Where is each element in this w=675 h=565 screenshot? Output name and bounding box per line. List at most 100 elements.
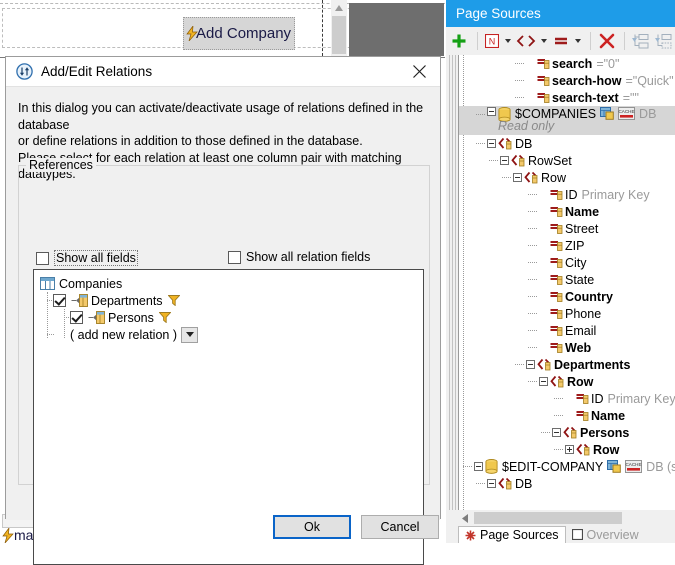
page-sources-tree[interactable]: search="0" search-how ="Quick"search-text=… <box>458 55 675 510</box>
tree-row-persons[interactable]: Persons <box>34 309 423 326</box>
close-icon[interactable] <box>398 57 440 86</box>
tree-expander-minus-icon[interactable] <box>500 156 509 165</box>
tree-row-state[interactable]: State <box>459 271 675 288</box>
scrollbar-thumb[interactable] <box>332 16 346 54</box>
tree-expander-minus-icon[interactable] <box>487 107 496 116</box>
ok-button[interactable]: Ok <box>273 515 351 539</box>
show-all-relation-fields-checkbox[interactable]: Show all relation fields <box>228 250 370 264</box>
tree-row-edit-company[interactable]: $EDIT-COMPANYCACHEDB (share <box>459 458 675 475</box>
tree-row-city[interactable]: City <box>459 254 675 271</box>
attribute-node-icon <box>550 273 563 286</box>
attribute-node-icon <box>550 341 563 354</box>
tree-expander-minus-icon[interactable] <box>552 428 561 437</box>
tree-connector <box>528 347 537 348</box>
tree-row-row[interactable]: Row <box>459 169 675 186</box>
attribute-node-icon <box>550 222 563 235</box>
tree-label-companies: Companies <box>59 277 122 291</box>
show-all-fields-label: Show all fields <box>54 250 138 266</box>
tree-node-label: Phone <box>565 307 601 321</box>
asterisk-icon <box>465 530 476 541</box>
design-vertical-scrollbar[interactable] <box>331 0 347 56</box>
cancel-button[interactable]: Cancel <box>361 515 439 539</box>
tree-row-add-new-relation[interactable]: ( add new relation ) <box>34 326 423 343</box>
chevron-down-icon[interactable] <box>181 327 198 343</box>
checkbox-box[interactable] <box>36 252 49 265</box>
tab-page-sources[interactable]: Page Sources <box>458 526 566 543</box>
tree-node-value: DB (share <box>646 460 675 474</box>
tree-node-value: ="Quick" <box>625 74 673 88</box>
tree-row-departments[interactable]: Departments <box>34 292 423 309</box>
tree-expander-plus-icon[interactable] <box>565 445 574 454</box>
filter-funnel-icon[interactable] <box>159 312 171 323</box>
tree-node-label: Departments <box>554 358 630 372</box>
attribute-icon[interactable] <box>551 29 570 53</box>
tree-row-id[interactable]: IDPrimary Key <box>459 186 675 203</box>
tree-row-zip[interactable]: ZIP <box>459 237 675 254</box>
tree-row-departments[interactable]: Departments <box>459 356 675 373</box>
scroll-left-arrow-icon[interactable] <box>458 514 472 523</box>
tree-row-country[interactable]: Country <box>459 288 675 305</box>
attribute-node-icon <box>550 239 563 252</box>
tree-row-search-how[interactable]: search-how ="Quick" <box>459 72 675 89</box>
add-icon[interactable] <box>446 29 473 53</box>
tab-overview-label: Overview <box>587 528 639 542</box>
tree-row-companies[interactable]: $COMPANIESCACHEDBRead only <box>459 106 675 135</box>
tree-expander-minus-icon[interactable] <box>539 377 548 386</box>
tree-row-name[interactable]: Name <box>459 407 675 424</box>
panel-tab-bar[interactable]: Page Sources Overview <box>458 526 675 543</box>
tree-connector <box>528 313 537 314</box>
svg-text:N: N <box>488 37 495 47</box>
tree-connector <box>515 97 524 98</box>
tree-connector <box>554 449 563 450</box>
checkbox-box[interactable] <box>228 251 241 264</box>
page-sources-toolbar[interactable]: N <box>446 27 675 56</box>
tree-row-rowset[interactable]: RowSet <box>459 152 675 169</box>
tree-row-id[interactable]: IDPrimary Key <box>459 390 675 407</box>
tree-expander-minus-icon[interactable] <box>487 139 496 148</box>
page-sources-tree-rows: search="0" search-how ="Quick"search-text=… <box>459 55 675 492</box>
tree-connector <box>554 398 563 399</box>
element-dropdown-icon[interactable] <box>538 29 551 53</box>
tree-node-label: ID <box>565 188 578 202</box>
page-sources-panel: Page Sources N <box>446 0 675 543</box>
tree-row-row[interactable]: Row <box>459 441 675 458</box>
tree-row-db[interactable]: DB <box>459 475 675 492</box>
tree-horizontal-scrollbar[interactable] <box>458 510 675 526</box>
delete-icon[interactable] <box>595 29 620 53</box>
show-all-fields-checkbox[interactable]: Show all fields <box>36 250 138 266</box>
tree-expander-minus-icon[interactable] <box>513 173 522 182</box>
attribute-node-icon <box>550 324 563 337</box>
tree-row-email[interactable]: Email <box>459 322 675 339</box>
tree-row-name[interactable]: Name <box>459 203 675 220</box>
attribute-node-icon <box>550 205 563 218</box>
tree-row-search[interactable]: search="0" <box>459 55 675 72</box>
attribute-node-icon <box>550 290 563 303</box>
tree-row-row[interactable]: Row <box>459 373 675 390</box>
tree-expander-minus-icon[interactable] <box>474 462 483 471</box>
tree-row-db[interactable]: DB <box>459 135 675 152</box>
attribute-dropdown-icon[interactable] <box>570 29 585 53</box>
tree-row-search-text[interactable]: search-text="" <box>459 89 675 106</box>
hscrollbar-thumb[interactable] <box>474 512 622 524</box>
tree-connector <box>476 114 485 115</box>
element-icon[interactable] <box>515 29 538 53</box>
tab-overview[interactable]: Overview <box>566 526 645 543</box>
tree-row-street[interactable]: Street <box>459 220 675 237</box>
persons-checkbox[interactable] <box>70 311 83 324</box>
tree-row-phone[interactable]: Phone <box>459 305 675 322</box>
tree-row-persons[interactable]: Persons <box>459 424 675 441</box>
tree-node-label: Row <box>567 375 593 389</box>
namespace-icon[interactable]: N <box>482 29 501 53</box>
tree-expander-minus-icon[interactable] <box>526 360 535 369</box>
tree-row-web[interactable]: Web <box>459 339 675 356</box>
toolbar-separator <box>590 32 591 50</box>
tree-expander-minus-icon[interactable] <box>487 479 496 488</box>
departments-checkbox[interactable] <box>53 294 66 307</box>
filter-funnel-icon[interactable] <box>168 295 180 306</box>
tree-node-label: Email <box>565 324 596 338</box>
namespace-dropdown-icon[interactable] <box>501 29 514 53</box>
scroll-up-arrow-icon[interactable] <box>331 0 347 15</box>
tree-node-label: search-how <box>552 74 621 88</box>
add-company-button[interactable]: Add Company <box>183 17 295 50</box>
tree-row-companies[interactable]: Companies <box>34 275 423 292</box>
